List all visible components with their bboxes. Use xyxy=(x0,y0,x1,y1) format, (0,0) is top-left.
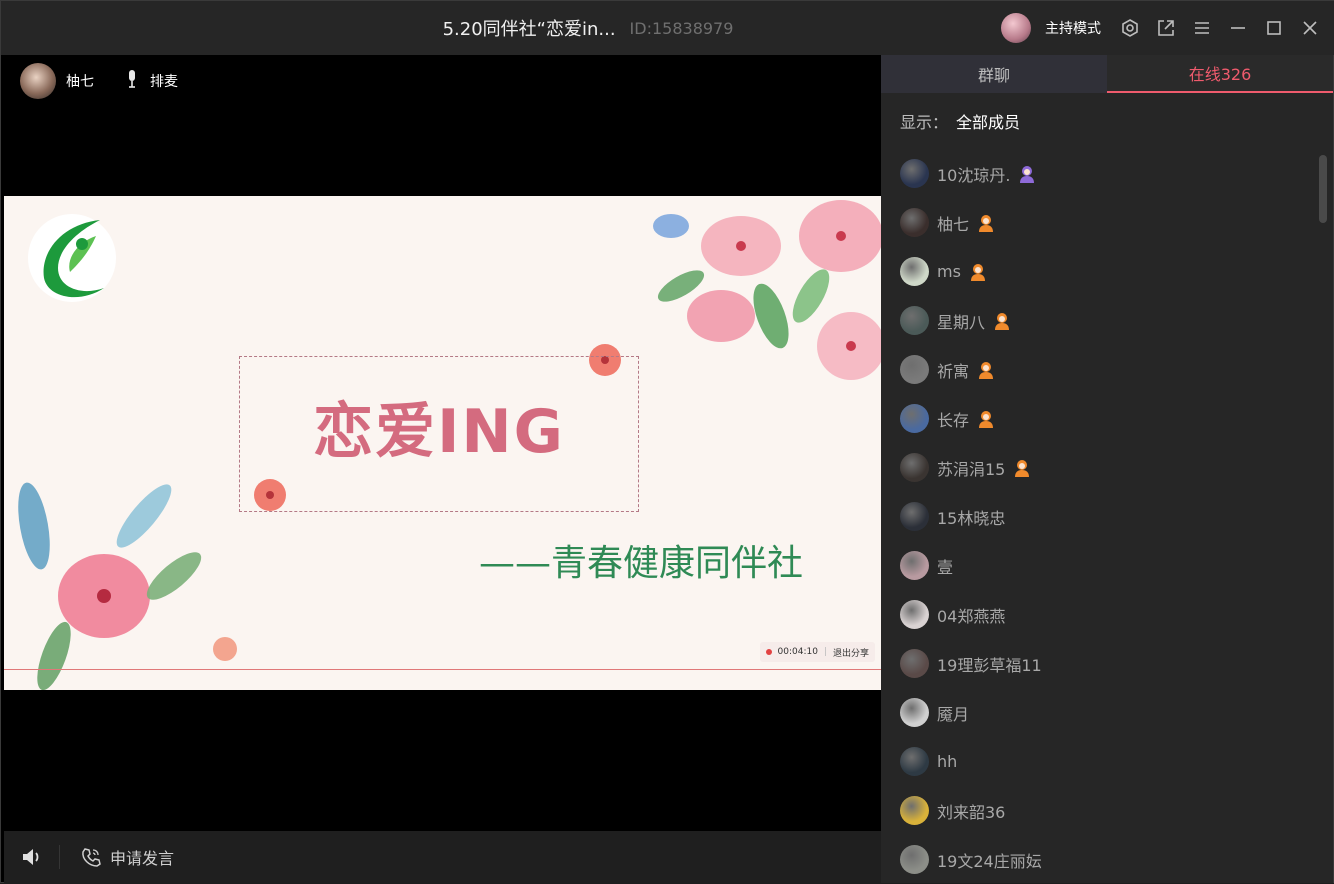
video-stage: 柚七 排麦 恋爱ING ——青春健康同伴社 00:04:10 | 退出分享 xyxy=(4,55,881,831)
list-item[interactable]: 19理彭草福11 xyxy=(881,639,1321,688)
avatar[interactable] xyxy=(1001,13,1031,43)
queue-button[interactable]: 排麦 xyxy=(150,71,178,91)
slide-title: 恋爱ING xyxy=(313,396,565,467)
member-name: 19理彭草福11 xyxy=(937,655,1042,675)
admin-badge-icon xyxy=(970,263,985,281)
list-item[interactable]: 魇月 xyxy=(881,688,1321,737)
member-name: 10沈琼丹. xyxy=(937,165,1011,185)
recording-icon xyxy=(765,649,772,655)
admin-badge-icon xyxy=(979,410,994,428)
list-item[interactable]: 祈寓 xyxy=(881,345,1321,394)
member-filter[interactable]: 显示： 全部成员 xyxy=(881,93,1333,149)
maximize-icon[interactable] xyxy=(1263,17,1285,39)
logo-icon xyxy=(28,214,116,302)
member-name: 柚七 xyxy=(937,214,970,234)
divider: | xyxy=(823,647,827,657)
minimize-icon[interactable] xyxy=(1227,17,1249,39)
avatar[interactable] xyxy=(900,698,929,727)
list-item[interactable]: 刘来韶36 xyxy=(881,786,1321,835)
admin-badge-icon xyxy=(979,214,994,232)
avatar[interactable] xyxy=(900,600,929,629)
avatar[interactable] xyxy=(900,796,929,825)
microphone-icon xyxy=(124,69,140,93)
list-item[interactable]: 04郑燕燕 xyxy=(881,590,1321,639)
admin-badge-icon xyxy=(979,361,994,379)
apply-speak-button[interactable]: 申请发言 xyxy=(80,845,174,869)
filter-value[interactable]: 全部成员 xyxy=(956,109,1020,133)
list-item[interactable]: 壹 xyxy=(881,541,1321,590)
member-name: ms xyxy=(937,262,961,281)
bottom-bar: 申请发言 xyxy=(4,831,881,883)
member-name: 长存 xyxy=(937,410,970,430)
close-icon[interactable] xyxy=(1299,17,1321,39)
host-badge-icon xyxy=(1020,165,1035,183)
list-item[interactable]: 柚七 xyxy=(881,198,1321,247)
list-item[interactable]: 10沈琼丹. xyxy=(881,149,1321,198)
avatar[interactable] xyxy=(900,649,929,678)
flower-decoration-icon xyxy=(18,482,202,690)
avatar[interactable] xyxy=(900,453,929,482)
menu-icon[interactable] xyxy=(1191,17,1213,39)
slide-subtitle: ——青春健康同伴社 xyxy=(479,543,804,584)
list-item[interactable]: hh xyxy=(881,737,1321,786)
list-item[interactable]: ms xyxy=(881,247,1321,296)
exit-share-button[interactable]: 退出分享 xyxy=(833,646,869,659)
flower-icon xyxy=(213,637,237,661)
room-title: 5.20同伴社“恋爱in... xyxy=(442,19,616,40)
settings-icon[interactable] xyxy=(1119,17,1141,39)
avatar[interactable] xyxy=(900,355,929,384)
avatar[interactable] xyxy=(900,551,929,580)
speaker-bar: 柚七 排麦 xyxy=(20,61,178,101)
phone-icon xyxy=(82,848,101,867)
member-name: 祈寓 xyxy=(937,361,970,381)
shared-slide: 恋爱ING ——青春健康同伴社 00:04:10 | 退出分享 xyxy=(4,196,881,690)
room-id: ID:15838979 xyxy=(629,18,734,38)
avatar[interactable] xyxy=(900,159,929,188)
timer-value: 00:04:10 xyxy=(777,647,818,657)
avatar[interactable] xyxy=(900,306,929,335)
speaker-name: 柚七 xyxy=(66,74,94,90)
flower-decoration-icon xyxy=(653,200,881,380)
avatar[interactable] xyxy=(900,404,929,433)
scrollbar[interactable] xyxy=(1319,155,1327,223)
title-bar-controls: 主持模式 xyxy=(1001,1,1321,55)
member-name: 04郑燕燕 xyxy=(937,606,1006,626)
member-name: 苏涓涓15 xyxy=(937,459,1006,479)
app-window: 5.20同伴社“恋爱in... ID:15838979 主持模式 柚七 排麦 恋… xyxy=(0,0,1334,883)
admin-badge-icon xyxy=(995,312,1010,330)
member-name: hh xyxy=(937,752,958,771)
side-panel: 群聊 在线326 显示： 全部成员 10沈琼丹. 柚七 ms 星期八祈寓长存苏涓涓15… xyxy=(881,55,1333,883)
filter-label: 显示： xyxy=(900,113,949,132)
panel-tabs: 群聊 在线326 xyxy=(881,55,1333,93)
volume-icon[interactable] xyxy=(4,845,60,869)
member-name: 魇月 xyxy=(937,704,970,724)
member-name: 刘来韶36 xyxy=(937,802,1006,822)
avatar[interactable] xyxy=(900,747,929,776)
member-list: 10沈琼丹. 柚七 ms 星期八祈寓长存苏涓涓15 15林晓忠壹 04郑燕燕 19理彭草福1… xyxy=(881,149,1321,884)
list-item[interactable]: 15林晓忠 xyxy=(881,492,1321,541)
list-item[interactable]: 19文24庄丽妘 xyxy=(881,835,1321,884)
host-mode-label[interactable]: 主持模式 xyxy=(1045,18,1101,38)
list-item[interactable]: 长存 xyxy=(881,394,1321,443)
divider xyxy=(4,669,881,670)
member-name: 壹 xyxy=(937,557,954,577)
list-item[interactable]: 苏涓涓15 xyxy=(881,443,1321,492)
share-timer: 00:04:10 | 退出分享 xyxy=(759,642,875,662)
list-item[interactable]: 星期八 xyxy=(881,296,1321,345)
member-name: 19文24庄丽妘 xyxy=(937,851,1042,871)
avatar[interactable] xyxy=(900,845,929,874)
avatar[interactable] xyxy=(900,257,929,286)
tab-group-chat[interactable]: 群聊 xyxy=(881,55,1107,93)
speaker-avatar[interactable] xyxy=(20,63,56,99)
member-name: 15林晓忠 xyxy=(937,508,1006,528)
avatar[interactable] xyxy=(900,208,929,237)
title-bar[interactable]: 5.20同伴社“恋爱in... ID:15838979 主持模式 xyxy=(1,1,1334,55)
apply-speak-label: 申请发言 xyxy=(110,849,175,868)
member-name: 星期八 xyxy=(937,312,986,332)
avatar[interactable] xyxy=(900,502,929,531)
tab-online[interactable]: 在线326 xyxy=(1107,55,1333,93)
popout-icon[interactable] xyxy=(1155,17,1177,39)
admin-badge-icon xyxy=(1015,459,1030,477)
